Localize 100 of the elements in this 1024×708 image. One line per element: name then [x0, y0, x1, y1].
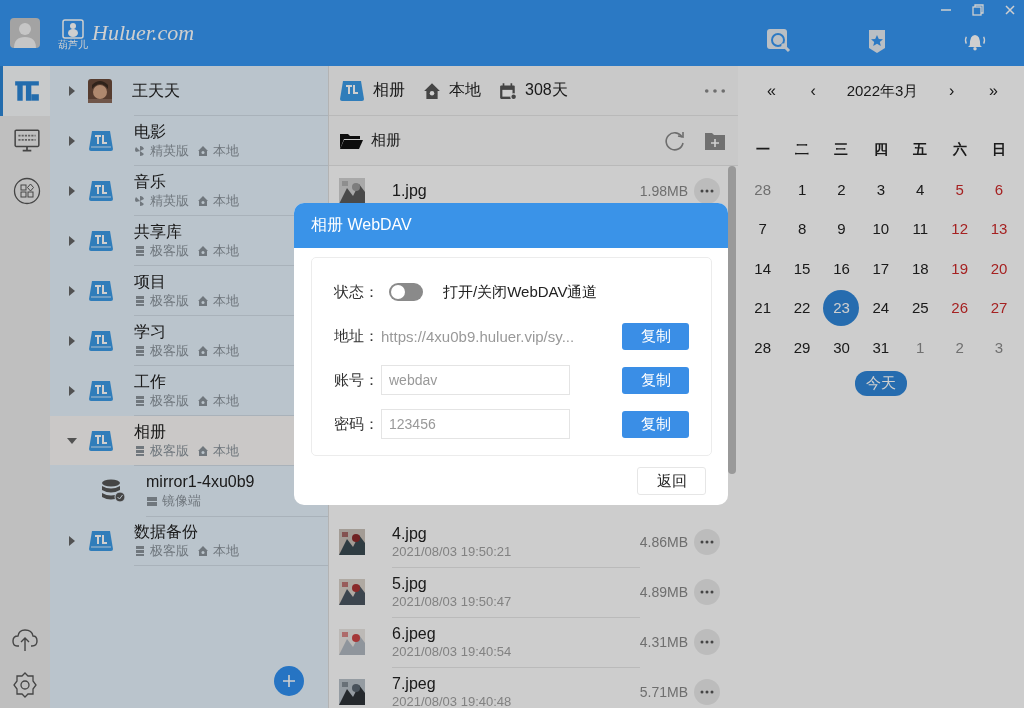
tree-item[interactable]: 工作 极客版 本地	[50, 366, 294, 415]
calendar-day[interactable]: 9	[823, 210, 860, 247]
calendar-day[interactable]: 18	[902, 250, 939, 287]
calendar-day[interactable]: 23	[823, 289, 860, 326]
caret-right-icon[interactable]	[67, 535, 77, 546]
calendar-day[interactable]: 15	[784, 250, 821, 287]
scrollbar-thumb[interactable]	[728, 166, 736, 474]
tree-item[interactable]: 相册 极客版 本地	[50, 416, 294, 465]
calendar-day[interactable]: 8	[784, 210, 821, 247]
calendar-day[interactable]: 31	[862, 329, 899, 366]
calendar-day[interactable]: 28	[744, 329, 781, 366]
file-row[interactable]: 6.jpeg 2021/08/03 19:40:54 4.31MB	[329, 617, 728, 667]
caret-right-icon[interactable]	[67, 385, 77, 396]
caret-right-icon[interactable]	[67, 185, 77, 196]
tree-item[interactable]: 电影 精英版 本地	[50, 116, 294, 165]
drive-icon	[88, 128, 114, 153]
restore-icon[interactable]	[972, 4, 984, 16]
toggle-switch[interactable]	[389, 283, 423, 301]
tree-item[interactable]: 王天天	[50, 66, 294, 115]
file-date: 2021/08/03 19:50:47	[392, 594, 513, 609]
calendar-day[interactable]: 22	[784, 289, 821, 326]
calendar-day[interactable]: 1	[784, 171, 821, 208]
file-row[interactable]: 5.jpg 2021/08/03 19:50:47 4.89MB	[329, 567, 728, 617]
tree-item[interactable]: 数据备份 极客版 本地	[50, 516, 294, 565]
caret-right-icon[interactable]	[67, 235, 77, 246]
calendar-day[interactable]: 11	[902, 210, 939, 247]
home-icon	[197, 194, 209, 207]
tree-item-name: mirror1-4xu0b9	[146, 471, 255, 492]
calendar-day[interactable]: 20	[981, 250, 1018, 287]
calendar-day[interactable]: 5	[941, 171, 978, 208]
previous-year-button[interactable]: «	[763, 82, 780, 100]
calendar-day[interactable]: 29	[784, 329, 821, 366]
tree-item-name: 工作	[134, 371, 166, 392]
location-label: 本地	[213, 541, 239, 560]
stack-icon	[134, 244, 146, 257]
caret-right-icon[interactable]	[67, 85, 77, 96]
file-name: 4.jpg	[392, 524, 428, 544]
home-icon	[197, 394, 209, 407]
calendar-day[interactable]: 27	[981, 289, 1018, 326]
apps-icon	[12, 177, 41, 205]
file-row[interactable]: 7.jpeg 2021/08/03 19:40:48 5.71MB	[329, 667, 728, 708]
weekday-label: 四	[873, 140, 888, 159]
tree-item[interactable]: 学习 极客版 本地	[50, 316, 294, 365]
calendar-day[interactable]: 3	[862, 171, 899, 208]
settings-icon[interactable]	[11, 671, 39, 699]
edition-label: 精英版	[150, 141, 189, 160]
today-button[interactable]: 今天	[855, 371, 907, 396]
days-label: 308天	[525, 80, 568, 100]
caret-right-icon[interactable]	[67, 335, 77, 346]
edition-label: 精英版	[150, 191, 189, 210]
calendar-day[interactable]: 25	[902, 289, 939, 326]
calendar-day[interactable]: 16	[823, 250, 860, 287]
tree-item-name: 音乐	[134, 171, 166, 192]
calendar-day[interactable]: 6	[981, 171, 1018, 208]
database-icon	[100, 478, 126, 504]
calendar-day[interactable]: 7	[744, 210, 781, 247]
more-icon	[700, 690, 714, 694]
more-button[interactable]	[694, 679, 720, 705]
tree-item[interactable]: 共享库 极客版 本地	[50, 216, 294, 265]
file-row[interactable]: 4.jpg 2021/08/03 19:50:21 4.86MB	[329, 517, 728, 567]
file-size: 4.31MB	[639, 634, 688, 650]
calendar-day[interactable]: 17	[862, 250, 899, 287]
avatar-icon[interactable]	[10, 18, 40, 48]
calendar-day[interactable]: 21	[744, 289, 781, 326]
drive-icon	[88, 328, 114, 353]
caret-down-icon[interactable]	[67, 435, 77, 446]
close-icon[interactable]	[1004, 4, 1016, 16]
drive-name: 相册	[373, 80, 405, 100]
more-button[interactable]	[694, 529, 720, 555]
caret-right-icon[interactable]	[67, 285, 77, 296]
calendar-day[interactable]: 14	[744, 250, 781, 287]
caret-right-icon[interactable]	[67, 135, 77, 146]
weekday-label: 五	[913, 140, 928, 159]
more-button[interactable]	[694, 178, 720, 204]
back-button[interactable]: 返回	[637, 467, 706, 495]
tree-item-name: 相册	[134, 421, 166, 442]
tree-item[interactable]: 项目 极客版 本地	[50, 266, 294, 315]
refresh-icon[interactable]	[664, 129, 686, 152]
next-month-button[interactable]: ›	[945, 82, 959, 100]
rail-tab[interactable]	[0, 66, 50, 116]
weekday-label: 日	[992, 140, 1007, 159]
weekday-label: 二	[795, 140, 810, 159]
monitor-icon	[12, 127, 41, 155]
search-icon[interactable]	[766, 28, 792, 54]
add-button[interactable]	[274, 666, 304, 696]
tree-item[interactable]: 音乐 精英版 本地	[50, 166, 294, 215]
calendar-day[interactable]: 2	[823, 171, 860, 208]
more-button[interactable]	[694, 579, 720, 605]
next-year-button[interactable]: »	[985, 82, 1002, 100]
calendar-day[interactable]: 30	[823, 329, 860, 366]
calendar-day[interactable]: 19	[941, 250, 978, 287]
calendar-day[interactable]: 24	[862, 289, 899, 326]
calendar-day[interactable]: 12	[941, 210, 978, 247]
calendar-day[interactable]: 26	[941, 289, 978, 326]
previous-month-button[interactable]: ‹	[806, 82, 820, 100]
more-icon[interactable]	[704, 87, 726, 94]
calendar-day[interactable]: 4	[902, 171, 939, 208]
more-button[interactable]	[694, 629, 720, 655]
calendar-day[interactable]: 10	[862, 210, 899, 247]
calendar-day[interactable]: 13	[981, 210, 1018, 247]
